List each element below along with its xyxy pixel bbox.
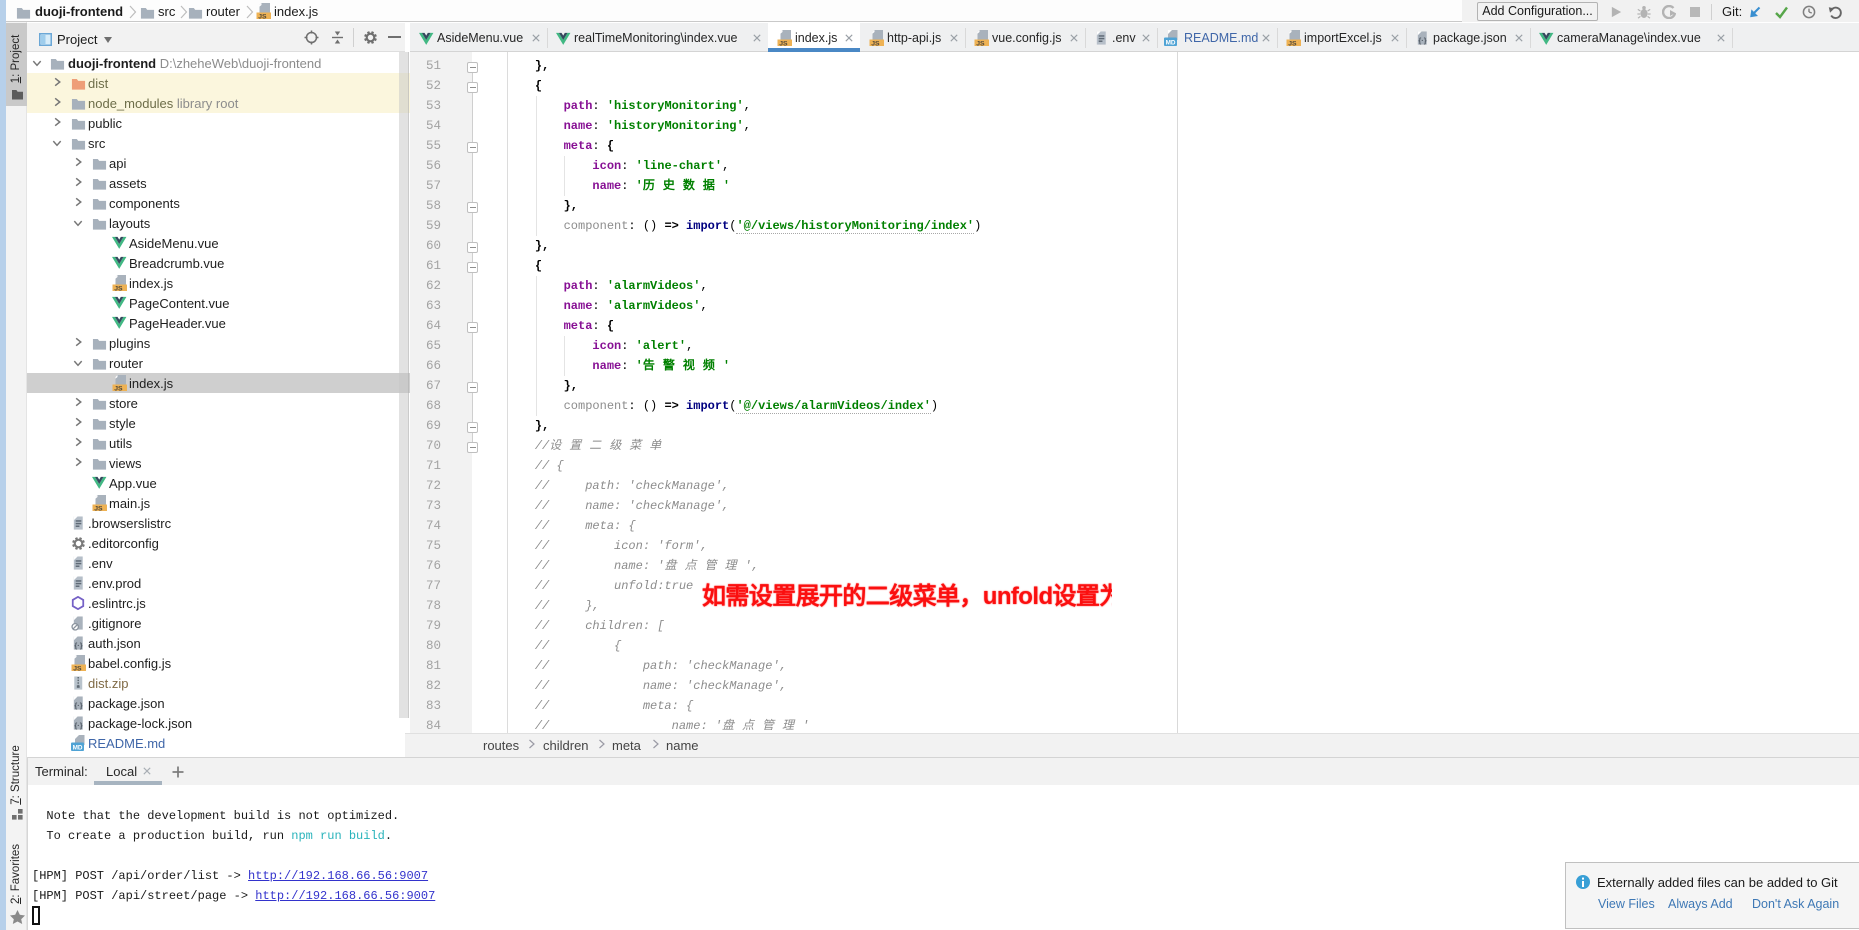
svg-text:JS: JS <box>1288 40 1297 46</box>
svg-text:JS: JS <box>779 40 788 46</box>
svg-text:JS: JS <box>114 285 123 291</box>
svg-text:JS: JS <box>73 665 82 671</box>
svg-text:{·}: {·} <box>1418 36 1426 45</box>
svg-text:JS: JS <box>976 40 985 46</box>
svg-text:{·}: {·} <box>74 641 82 650</box>
svg-text:{·}: {·} <box>74 721 82 730</box>
svg-text:JS: JS <box>94 505 103 511</box>
svg-text:JS: JS <box>114 385 123 391</box>
svg-text:MD: MD <box>73 744 83 751</box>
svg-text:MD: MD <box>1166 39 1176 46</box>
svg-text:JS: JS <box>258 13 267 19</box>
svg-text:JS: JS <box>871 40 880 46</box>
svg-text:{·}: {·} <box>74 701 82 710</box>
